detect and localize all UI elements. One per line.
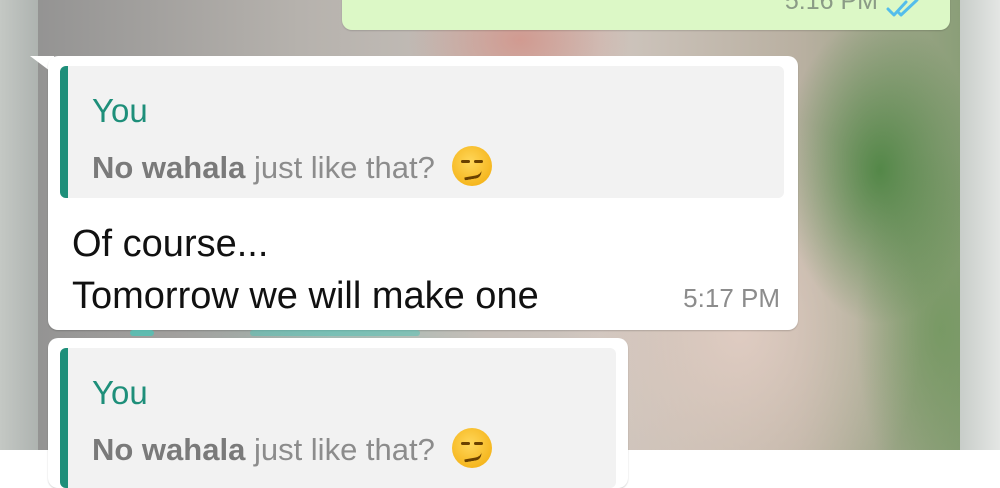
outgoing-message-bubble[interactable]: 5:16 PM — [342, 0, 950, 30]
wallpaper-detail — [250, 330, 420, 336]
wallpaper-detail — [130, 330, 154, 336]
incoming-message-bubble[interactable]: You No wahala just like that? — [48, 338, 628, 488]
smirking-face-icon — [451, 428, 492, 468]
message-time: 5:17 PM — [683, 283, 780, 313]
quote-author: You — [92, 374, 148, 411]
quoted-message[interactable]: You No wahala just like that? — [60, 348, 616, 488]
incoming-message-bubble[interactable]: You No wahala just like that? Of course.… — [48, 56, 798, 330]
smirking-face-icon — [451, 146, 492, 186]
quote-author: You — [92, 92, 148, 129]
quote-accent-bar — [60, 66, 68, 198]
quoted-message[interactable]: You No wahala just like that? — [60, 66, 784, 198]
screen-edge-right — [960, 0, 1000, 450]
message-line-2: Tomorrow we will make one — [72, 275, 539, 317]
quote-text-bold: No wahala — [92, 150, 246, 185]
message-time: 5:16 PM — [784, 0, 878, 15]
message-line-1: Of course... — [72, 223, 269, 265]
quote-text: No wahala just like that? — [92, 428, 492, 468]
quote-text-rest: just like that? — [245, 150, 435, 185]
message-text: Of course... Tomorrow we will make one — [72, 218, 539, 322]
double-check-read-icon — [886, 0, 919, 17]
quote-accent-bar — [60, 348, 68, 488]
quote-text: No wahala just like that? — [92, 146, 492, 186]
